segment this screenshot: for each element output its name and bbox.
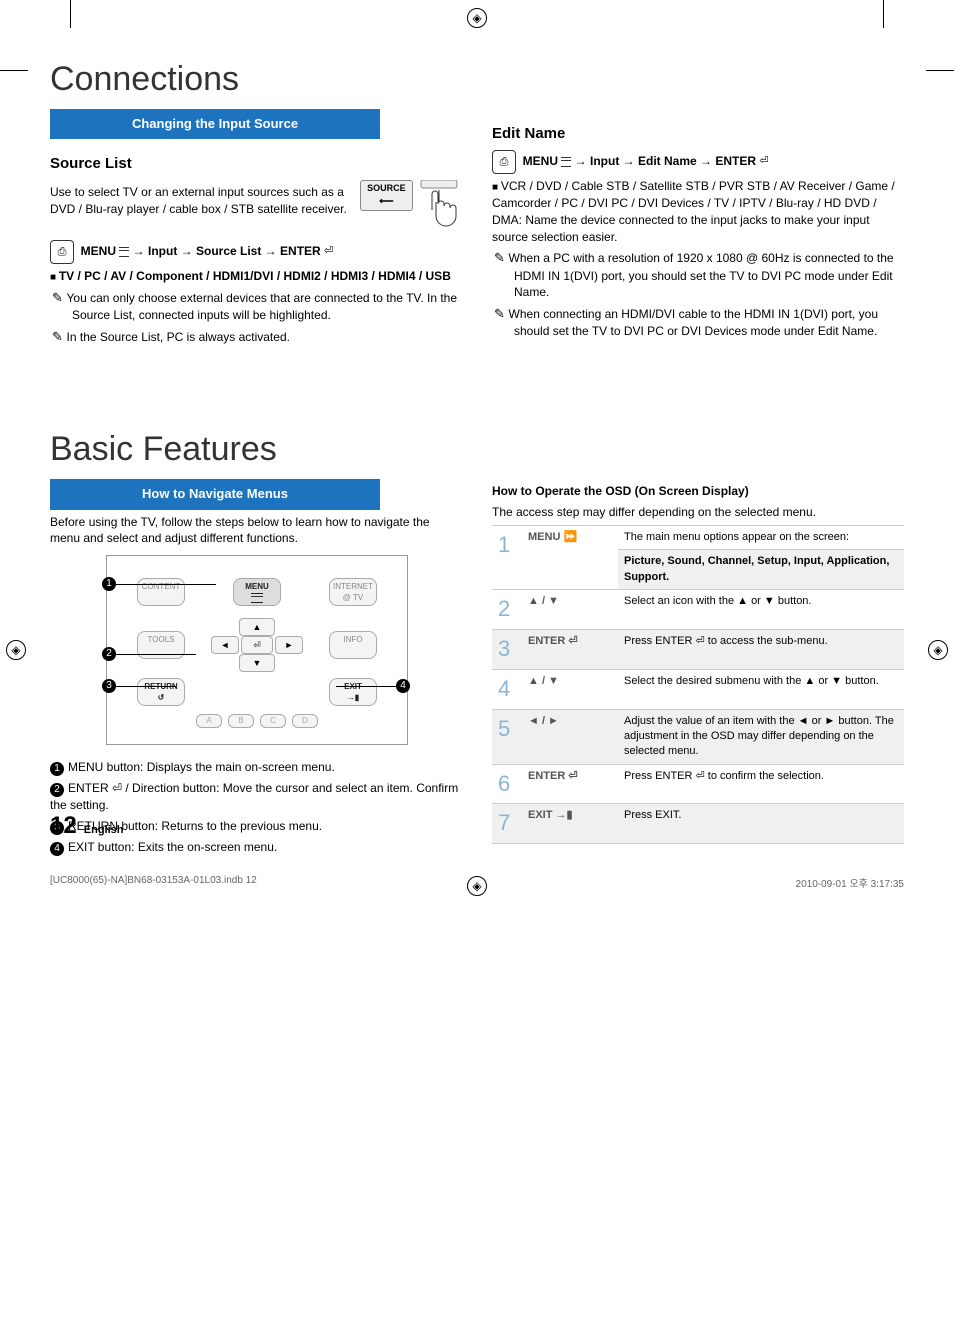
osd-step-desc: Select an icon with the ▲ or ▼ button. (618, 590, 904, 630)
remote-internet-button[interactable]: INTERNET @ TV (329, 578, 377, 606)
osd-row-2: 2 ▲ / ▼ Select an icon with the ▲ or ▼ b… (492, 590, 904, 630)
osd-row-5: 5 ◄ / ► Adjust the value of an item with… (492, 709, 904, 764)
enter-icon (324, 244, 333, 259)
osd-step-desc: Select the desired submenu with the ▲ or… (618, 669, 904, 709)
page-number: 12 (50, 812, 77, 839)
osd-row-6: 6 ENTER ⏎ Press ENTER ⏎ to confirm the s… (492, 764, 904, 804)
legend-text-1: MENU button: Displays the main on-screen… (68, 760, 335, 774)
page-lang: English (84, 824, 124, 836)
osd-step-desc2: Picture, Sound, Channel, Setup, Input, A… (618, 550, 904, 590)
remote-d-button[interactable]: D (292, 714, 318, 728)
osd-step-desc: Press ENTER ⏎ to access the sub-menu. (618, 629, 904, 669)
menu-path-source-list: ⎙ MENU → Input → Source List → ENTER (50, 240, 462, 264)
crop-mark (0, 70, 28, 71)
crop-mark (883, 0, 884, 28)
osd-row-1: 1 MENU ⏩ The main menu options appear on… (492, 525, 904, 549)
remote-color-buttons: A B C D (137, 714, 377, 728)
osd-step-num: 5 (492, 709, 522, 764)
edit-name-devices-text: VCR / DVD / Cable STB / Satellite STB / … (492, 178, 904, 245)
heading-basic-features: Basic Features (50, 430, 904, 469)
osd-row-3: 3 ENTER ⏎ Press ENTER ⏎ to access the su… (492, 629, 904, 669)
menu-path-edit-name: ⎙ MENU → Input → Edit Name → ENTER (492, 150, 904, 174)
legend-num-2: 2 (50, 783, 64, 797)
remote-diagram: 1 2 3 4 CONTENT MENU INTERNET @ TV TOOLS (106, 555, 406, 745)
text-navigate-intro: Before using the TV, follow the steps be… (50, 514, 462, 548)
osd-step-desc: The main menu options appear on the scre… (618, 525, 904, 549)
device-list-text: TV / PC / AV / Component / HDMI1/DVI / H… (59, 269, 451, 283)
osd-icon: ⎙ (492, 150, 516, 174)
legend-num-4: 4 (50, 842, 64, 856)
remote-menu-button[interactable]: MENU (233, 578, 281, 606)
osd-step-num: 2 (492, 590, 522, 630)
text-osd-sub: The access step may differ depending on … (492, 504, 904, 521)
osd-row-4: 4 ▲ / ▼ Select the desired submenu with … (492, 669, 904, 709)
menu-bars-icon (561, 157, 571, 167)
legend-text-2: ENTER ⏎ / Direction button: Move the cur… (50, 781, 458, 812)
osd-step-key: ENTER ⏎ (522, 764, 618, 804)
osd-step-key: ENTER ⏎ (522, 629, 618, 669)
device-list: TV / PC / AV / Component / HDMI1/DVI / H… (50, 268, 462, 285)
remote-content-button[interactable]: CONTENT (137, 578, 185, 606)
remote-c-button[interactable]: C (260, 714, 286, 728)
osd-step-num: 7 (492, 804, 522, 844)
osd-step-key: ◄ / ► (522, 709, 618, 764)
footer-timestamp: 2010-09-01 오후 3:17:35 (796, 875, 904, 890)
page-footer: 12 English (50, 812, 124, 840)
osd-step-desc: Adjust the value of an item with the ◄ o… (618, 709, 904, 764)
note-edit-2: When connecting an HDMI/DVI cable to the… (514, 305, 904, 340)
remote-return-button[interactable]: RETURN↺ (137, 678, 185, 706)
source-button[interactable]: SOURCE ⟵ (360, 180, 413, 211)
note-source-1: You can only choose external devices tha… (72, 289, 462, 324)
footer-filename: [UC8000(65)-NA]BN68-03153A-01L03.indb 12 (50, 875, 257, 890)
dpad-up[interactable]: ▲ (239, 618, 275, 636)
menu-bars-icon (119, 247, 129, 257)
dpad-down[interactable]: ▼ (239, 654, 275, 672)
hand-pointing-icon (416, 180, 462, 236)
crop-mark (926, 70, 954, 71)
source-button-label: SOURCE (367, 183, 406, 193)
heading-connections: Connections (50, 60, 904, 99)
legend-num-1: 1 (50, 762, 64, 776)
osd-step-num: 3 (492, 629, 522, 669)
heading-edit-name: Edit Name (492, 123, 904, 144)
remote-a-button[interactable]: A (196, 714, 222, 728)
bar-changing-input: Changing the Input Source (50, 109, 380, 139)
registration-mark-right (928, 640, 948, 660)
edit-name-devices: VCR / DVD / Cable STB / Satellite STB / … (492, 178, 904, 245)
bar-how-to-navigate: How to Navigate Menus (50, 479, 380, 509)
dpad-left[interactable]: ◄ (211, 636, 239, 654)
print-footer: [UC8000(65)-NA]BN68-03153A-01L03.indb 12… (50, 875, 904, 890)
crop-mark (70, 0, 71, 28)
remote-info-button[interactable]: INFO (329, 631, 377, 659)
osd-row-7: 7 EXIT →▮ Press EXIT. (492, 804, 904, 844)
osd-step-num: 1 (492, 525, 522, 589)
text-source-list-desc: Use to select TV or an external input so… (50, 184, 350, 218)
dpad-enter[interactable]: ⏎ (241, 636, 273, 654)
osd-icon: ⎙ (50, 240, 74, 264)
osd-step-desc: Press ENTER ⏎ to confirm the selection. (618, 764, 904, 804)
dpad-right[interactable]: ► (275, 636, 303, 654)
heading-source-list: Source List (50, 153, 462, 174)
osd-step-key: EXIT →▮ (522, 804, 618, 844)
enter-icon (759, 154, 768, 169)
osd-step-key: ▲ / ▼ (522, 590, 618, 630)
remote-dpad: ▲ ◄ ⏎ ► ▼ (207, 612, 307, 678)
source-arrow-icon: ⟵ (379, 196, 393, 207)
remote-exit-button[interactable]: EXIT→▮ (329, 678, 377, 706)
legend-text-4: EXIT button: Exits the on-screen menu. (68, 840, 277, 854)
registration-mark-top (467, 8, 487, 28)
osd-step-desc: Press EXIT. (618, 804, 904, 844)
osd-step-key: ▲ / ▼ (522, 669, 618, 709)
osd-step-num: 4 (492, 669, 522, 709)
note-edit-1: When a PC with a resolution of 1920 x 10… (514, 249, 904, 301)
osd-step-key: MENU ⏩ (522, 525, 618, 589)
remote-legend: 1 MENU button: Displays the main on-scree… (50, 759, 462, 856)
menu-bars-icon (251, 593, 263, 603)
note-source-2: In the Source List, PC is always activat… (72, 328, 462, 346)
osd-step-num: 6 (492, 764, 522, 804)
heading-osd: How to Operate the OSD (On Screen Displa… (492, 483, 904, 500)
registration-mark-left (6, 640, 26, 660)
remote-b-button[interactable]: B (228, 714, 254, 728)
osd-steps-table: 1 MENU ⏩ The main menu options appear on… (492, 525, 904, 844)
